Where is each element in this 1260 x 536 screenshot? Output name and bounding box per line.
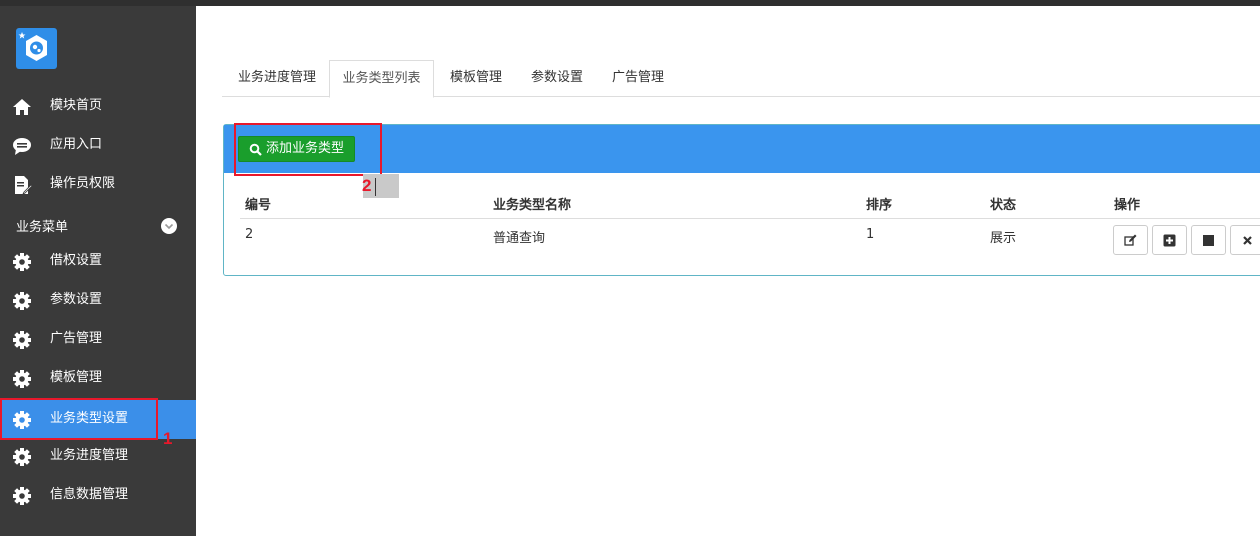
sidebar-item-label: 模板管理 <box>50 370 103 385</box>
add-business-type-button[interactable]: 添加业务类型 <box>238 136 356 162</box>
gear-icon <box>13 370 31 388</box>
column-header-actions: 操作 <box>1114 198 1141 213</box>
gear-icon <box>13 487 31 505</box>
gear-icon <box>13 292 31 310</box>
gear-icon <box>13 448 31 466</box>
tab-business-type-list[interactable]: 业务类型列表 <box>329 60 434 98</box>
tab-ad-management[interactable]: 广告管理 <box>612 60 664 97</box>
sidebar-item-label: 业务进度管理 <box>50 448 129 463</box>
gear-icon <box>13 331 31 349</box>
stop-icon <box>1203 235 1214 246</box>
sidebar-item-label: 借权设置 <box>50 253 103 268</box>
sidebar-item-app-entry[interactable]: 应用入口 <box>0 126 196 165</box>
sidebar-item-label: 参数设置 <box>50 292 103 307</box>
sidebar: 模块首页 应用入口 操作员权限 业务菜单 借权设置 参数设置 广告管理 模板管理… <box>0 6 196 536</box>
column-header-name: 业务类型名称 <box>493 198 572 213</box>
cell-name: 普通查询 <box>493 231 546 246</box>
column-header-status: 状态 <box>990 198 1017 213</box>
sidebar-item-label: 业务类型设置 <box>50 411 129 426</box>
edit-icon <box>1124 234 1137 246</box>
header-divider <box>240 218 1260 219</box>
tab-business-progress[interactable]: 业务进度管理 <box>238 60 316 97</box>
annotation-marker-2: 2 <box>362 176 372 195</box>
sidebar-item-ad-management[interactable]: 广告管理 <box>0 320 196 359</box>
stop-button[interactable] <box>1191 225 1226 255</box>
column-header-id: 编号 <box>245 198 272 213</box>
sidebar-item-label: 信息数据管理 <box>50 487 129 502</box>
gear-icon <box>13 253 31 271</box>
sidebar-item-borrow-settings[interactable]: 借权设置 <box>0 242 196 281</box>
column-header-order: 排序 <box>866 198 893 213</box>
chat-bubble-icon <box>13 138 31 155</box>
tab-template-management[interactable]: 模板管理 <box>450 60 502 97</box>
text-cursor <box>375 178 376 196</box>
chevron-down-icon[interactable] <box>161 218 177 234</box>
add-sub-button[interactable] <box>1152 225 1187 255</box>
sidebar-item-module-home[interactable]: 模块首页 <box>0 87 196 126</box>
document-edit-icon <box>15 176 32 195</box>
search-icon <box>249 143 262 156</box>
sidebar-item-label: 模块首页 <box>50 98 103 113</box>
cell-status: 展示 <box>990 231 1017 246</box>
sidebar-item-template-management[interactable]: 模板管理 <box>0 359 196 398</box>
gear-icon <box>13 411 31 429</box>
close-icon <box>1243 236 1252 245</box>
tab-parameter-settings[interactable]: 参数设置 <box>531 60 583 97</box>
sidebar-item-operator-permissions[interactable]: 操作员权限 <box>0 165 196 204</box>
annotation-marker-1: 1 <box>163 429 173 448</box>
cell-id: 2 <box>245 227 254 242</box>
cell-order: 1 <box>866 227 875 242</box>
sidebar-item-label: 广告管理 <box>50 331 103 346</box>
app-logo[interactable] <box>16 28 57 69</box>
panel-header: 添加业务类型 <box>224 125 1260 173</box>
sidebar-item-label: 应用入口 <box>50 137 103 152</box>
tab-bar: 业务进度管理 业务类型列表 模板管理 参数设置 广告管理 <box>222 60 1260 98</box>
business-menu-title: 业务菜单 <box>16 220 69 235</box>
sidebar-item-info-data-management[interactable]: 信息数据管理 <box>0 476 196 515</box>
business-type-panel: 添加业务类型 <box>223 124 1260 276</box>
delete-button[interactable] <box>1230 225 1260 255</box>
business-menu-header[interactable]: 业务菜单 <box>0 212 196 238</box>
sidebar-item-parameter-settings[interactable]: 参数设置 <box>0 281 196 320</box>
sidebar-item-label: 操作员权限 <box>50 176 116 191</box>
plus-square-icon <box>1163 234 1176 247</box>
edit-button[interactable] <box>1113 225 1148 255</box>
home-icon <box>13 99 31 115</box>
add-business-type-label: 添加业务类型 <box>266 141 345 156</box>
